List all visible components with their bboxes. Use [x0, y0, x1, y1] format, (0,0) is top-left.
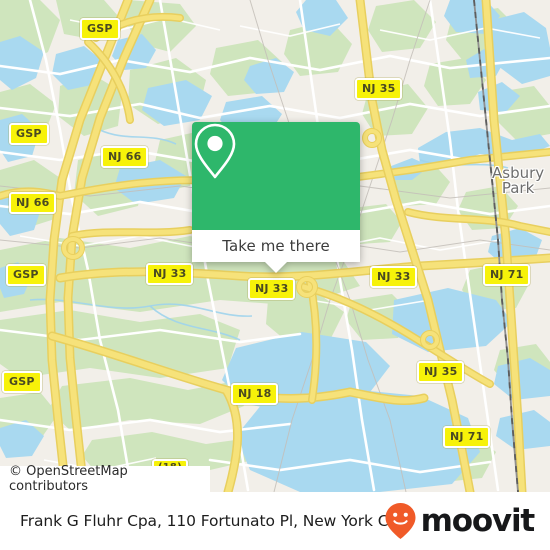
road-shield: NJ 71: [483, 264, 531, 286]
road-shield: NJ 18: [231, 383, 279, 405]
road-shield: NJ 71: [443, 426, 491, 448]
road-shield: NJ 35: [355, 78, 403, 100]
popup-action-bar[interactable]: Take me there: [192, 230, 360, 262]
road-shield: NJ 66: [9, 192, 57, 214]
road-shield: NJ 66: [101, 146, 149, 168]
popup-header: [192, 122, 360, 230]
footer-bar: Frank G Fluhr Cpa, 110 Fortunato Pl, New…: [0, 492, 550, 550]
location-title: Frank G Fluhr Cpa, 110 Fortunato Pl, New…: [20, 512, 408, 530]
road-shield: GSP: [9, 123, 49, 145]
place-label-asbury-park: Asbury Park: [492, 166, 544, 196]
road-shield: NJ 35: [417, 361, 465, 383]
road-shield: GSP: [6, 264, 46, 286]
map-canvas[interactable]: GSP GSP NJ 66 NJ 66 GSP NJ 33 NJ 33 NJ 3…: [0, 0, 550, 492]
moovit-smiley-pin-icon: [385, 503, 416, 539]
map-pin-icon: [194, 123, 236, 179]
moovit-logo[interactable]: moovit: [384, 492, 536, 550]
road-shield: NJ 33: [146, 263, 194, 285]
attribution-bar: © OpenStreetMap contributors: [0, 464, 210, 492]
location-popup-card[interactable]: Take me there: [192, 122, 360, 273]
road-shield: NJ 33: [370, 266, 418, 288]
moovit-wordmark: moovit: [420, 503, 536, 539]
take-me-there-button[interactable]: Take me there: [222, 237, 330, 255]
road-shield: GSP: [80, 18, 120, 40]
road-shield: NJ 33: [248, 278, 296, 300]
road-shield: GSP: [2, 371, 42, 393]
attribution-text: © OpenStreetMap contributors: [9, 464, 128, 492]
popup-tail-pointer: [265, 262, 287, 273]
place-label-line-2: Park: [501, 179, 535, 197]
map-screenshot: GSP GSP NJ 66 NJ 66 GSP NJ 33 NJ 33 NJ 3…: [0, 0, 550, 550]
